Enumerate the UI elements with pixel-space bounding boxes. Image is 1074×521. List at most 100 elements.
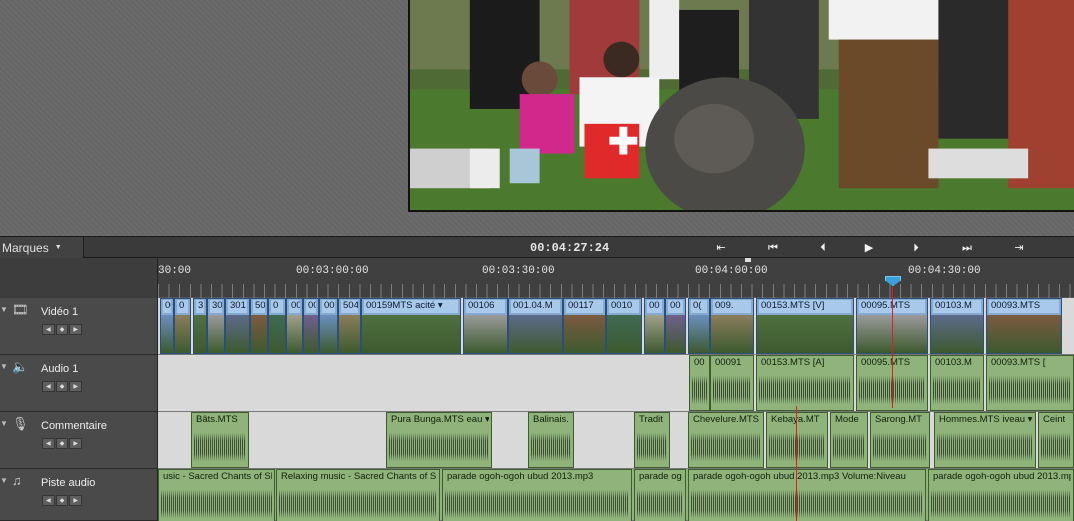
ruler-area[interactable]: 30:00 00:03:00:00 00:03:30:00 00:04:00:0… [158,258,1074,298]
add-keyframe-icon[interactable]: ◆ [55,438,69,449]
keyframe-nav: ◀ ◆ ▶ [42,381,83,393]
waveform [873,431,927,463]
next-keyframe-icon[interactable]: ▶ [69,381,83,392]
work-area-marker[interactable] [745,258,751,262]
clip-label: 0 [271,300,283,313]
next-keyframe-icon[interactable]: ▶ [69,495,83,506]
audio-clip[interactable]: 00153.MTS [A] [756,355,854,411]
clip-label: 301 [228,300,247,313]
video-clip[interactable]: 3 [193,298,207,354]
video-clip[interactable]: 504 [338,298,361,354]
ruler-label: 00:04:30:00 [908,265,981,277]
next-keyframe-icon[interactable]: ▶ [69,324,83,335]
audio-clip[interactable]: 00093.MTS [ [986,355,1074,411]
audio-clip[interactable]: parade og [634,469,686,521]
play-icon[interactable]: ▶ [858,240,880,256]
add-keyframe-icon[interactable]: ◆ [55,495,69,506]
audio-clip[interactable]: Mode [830,412,868,468]
clip-label: 0( [691,300,707,313]
video-clip[interactable]: 00117 [563,298,606,354]
video-clip[interactable]: 00 [644,298,665,354]
video-clip[interactable]: 00159MTS acité ▾ [361,298,461,354]
audio-clip[interactable]: parade ogoh-ogoh ubud 2013.mp3 [442,469,632,521]
video-clip[interactable]: 00 [286,298,303,354]
music-track-area[interactable]: usic - Sacred Chants of Sh Relaxing music… [158,469,1074,521]
commentary-track-area[interactable]: Bâts.MTS Pura Bunga.MTS eau ▾ Balinais. Tra… [158,412,1074,469]
clip-thumbnail [304,315,318,353]
audio-clip[interactable]: Relaxing music - Sacred Chants of S veau… [276,469,440,521]
audio-clip[interactable]: Kebaya.MT [766,412,828,468]
clip-label: Mode [835,414,859,425]
add-keyframe-icon[interactable]: ◆ [55,324,69,335]
program-preview[interactable] [408,0,1074,212]
monitor-panel [0,0,1074,236]
next-keyframe-icon[interactable]: ▶ [69,438,83,449]
clip-label: 0 [177,300,188,313]
video-track-area[interactable]: 00033030150000000050400159MTS acité ▾001… [158,298,1074,355]
go-to-out-icon[interactable]: ⇥ [1008,240,1030,256]
step-forward-icon[interactable]: ⏵ [905,240,927,256]
video-clip[interactable]: 00 [303,298,319,354]
previous-keyframe-icon[interactable]: ◀ [42,324,55,335]
video-clip[interactable]: 00 [319,298,338,354]
track-name: Audio 1 [41,363,79,375]
step-back-icon[interactable]: ⏴ [812,240,834,256]
time-ruler[interactable]: 30:00 00:03:00:00 00:03:30:00 00:04:00:0… [0,258,1074,298]
video-clip[interactable]: 0( [688,298,710,354]
clip-label: 00 [306,300,316,313]
audio-clip[interactable]: Sarong.MT [870,412,930,468]
audio-track-area[interactable]: 00 00091 00153.MTS [A] 00095.MTS 00103.M 0009… [158,355,1074,412]
track-header: ▼ 🔈 Audio 1 ◀ ◆ ▶ [0,355,158,412]
video-clip[interactable]: 301 [225,298,250,354]
video-clip[interactable]: 0 [174,298,191,354]
audio-clip[interactable]: 00 [689,355,710,411]
audio-clip[interactable]: Bâts.MTS [191,412,249,468]
audio-clip[interactable]: Tradit [634,412,670,468]
previous-keyframe-icon[interactable]: ◀ [42,438,55,449]
video-clip[interactable]: 00106 [463,298,508,354]
video-clip[interactable]: 50 [250,298,268,354]
go-to-in-icon[interactable]: ⇤ [710,240,732,256]
previous-keyframe-icon[interactable]: ◀ [42,495,55,506]
audio-clip[interactable]: Hommes.MTS iveau ▾ [934,412,1036,468]
clip-label: 00117 [566,300,603,313]
clip-label: 3 [196,300,204,313]
video-clip[interactable]: 30 [207,298,225,354]
add-keyframe-icon[interactable]: ◆ [55,381,69,392]
go-to-previous-edit-icon[interactable]: ⏮ [762,240,784,256]
video-clip[interactable]: 00153.MTS [V] [756,298,854,354]
audio-clip[interactable]: 00091 [710,355,754,411]
video-clip[interactable]: 00103.M [930,298,984,354]
clip-label: parade ogoh-ogoh ubud 2013.mp3 [933,471,1071,482]
video-clip[interactable]: 00 [160,298,174,354]
audio-clip[interactable]: Chevelure.MTS [688,412,764,468]
audio-clip[interactable]: Pura Bunga.MTS eau ▾ [386,412,492,468]
video-clip[interactable]: 009. [710,298,754,354]
video-clip[interactable]: 001.04.M [508,298,563,354]
waveform [759,374,851,406]
collapse-arrow-icon[interactable]: ▼ [0,476,8,485]
waveform [637,431,667,463]
go-to-next-edit-icon[interactable]: ⏭ [956,240,978,256]
collapse-arrow-icon[interactable]: ▼ [0,419,8,428]
audio-clip[interactable]: usic - Sacred Chants of Sh [158,469,275,521]
collapse-arrow-icon[interactable]: ▼ [0,362,8,371]
markers-menu-button[interactable]: Marques ▼ [0,237,84,258]
audio-clip[interactable]: parade ogoh-ogoh ubud 2013.mp3 Volume:Ni… [688,469,926,521]
collapse-arrow-icon[interactable]: ▼ [0,305,8,314]
audio-clip[interactable]: 00103.M [930,355,984,411]
video-clip[interactable]: 00093.MTS [986,298,1062,354]
clip-label: usic - Sacred Chants of Sh [163,471,272,482]
clip-thumbnail [711,315,753,353]
video-clip[interactable]: 0010 [606,298,642,354]
clip-label: Relaxing music - Sacred Chants of S veau… [281,471,437,482]
previous-keyframe-icon[interactable]: ◀ [42,381,55,392]
audio-clip[interactable]: parade ogoh-ogoh ubud 2013.mp3 [928,469,1074,521]
clip-thumbnail [269,315,285,353]
audio-clip[interactable]: Ceint [1038,412,1074,468]
audio-clip[interactable]: Balinais. [528,412,574,468]
clip-label: 0010 [609,300,639,313]
video-clip[interactable]: 0 [268,298,286,354]
clip-label: parade ogoh-ogoh ubud 2013.mp3 Volume:Ni… [693,471,906,482]
video-clip[interactable]: 00 [665,298,686,354]
